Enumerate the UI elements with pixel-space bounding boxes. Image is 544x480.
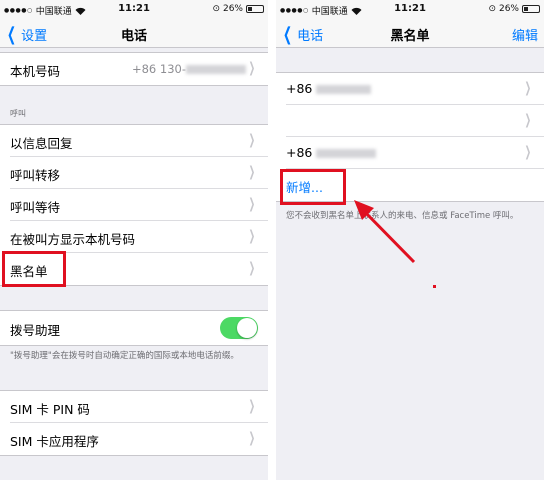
red-dot [433, 285, 436, 288]
my-number-value: +86 130- [132, 62, 246, 76]
sim-group: SIM 卡 PIN 码 ❯ SIM 卡应用程序 ❯ [0, 390, 268, 456]
add-new-highlight-box [280, 169, 346, 205]
blocked-list-screen: ●●●●○ 中国联通 11:21 ⊙ 26% ❮ 电话 黑名单 编辑 +86 ❯… [276, 0, 544, 480]
page-title: 电话 [120, 29, 147, 44]
chevron-right-icon: ❯ [248, 164, 256, 180]
chevron-right-icon: ❯ [524, 112, 532, 128]
row-label: 呼叫转移 [10, 168, 61, 183]
blocked-entry[interactable]: +86 ❯ [286, 137, 544, 169]
chevron-right-icon: ❯ [248, 228, 256, 244]
alarm-icon: ⊙ [212, 4, 220, 14]
blocked-list-note: 您不会收到黑名单上联系人的来电、信息或 FaceTime 呼叫。 [286, 211, 519, 221]
navigation-bar: ❮ 电话 黑名单 编辑 [276, 18, 544, 48]
dial-assist-label: 拨号助理 [10, 323, 61, 338]
my-number-label: 本机号码 [10, 64, 61, 79]
battery-percent: 26% [498, 4, 519, 14]
battery-icon [522, 5, 540, 13]
entry-number: +86 [286, 145, 377, 160]
chevron-right-icon: ❯ [248, 430, 256, 446]
dial-assist-row: 拨号助理 [10, 311, 268, 345]
sim-apps-row[interactable]: SIM 卡应用程序 ❯ [10, 423, 268, 455]
battery-icon [246, 5, 264, 13]
sim-pin-row[interactable]: SIM 卡 PIN 码 ❯ [10, 391, 268, 423]
my-number-group: 本机号码 +86 130- ❯ [0, 52, 268, 86]
edit-button[interactable]: 编辑 [512, 25, 538, 44]
show-caller-id-row[interactable]: 在被叫方显示本机号码 ❯ [10, 221, 268, 253]
chevron-right-icon: ❯ [248, 60, 256, 76]
my-number-row[interactable]: 本机号码 +86 130- ❯ [10, 53, 268, 85]
row-label: 呼叫等待 [10, 200, 61, 215]
alarm-icon: ⊙ [488, 4, 496, 14]
battery-percent: 26% [222, 4, 243, 14]
dial-assist-group: 拨号助理 [0, 310, 268, 346]
call-forwarding-row[interactable]: 呼叫转移 ❯ [10, 157, 268, 189]
dial-assist-note: "拨号助理"会在拨号时自动确定正确的国际或本地电话前缀。 [10, 351, 239, 361]
chevron-right-icon: ❯ [248, 196, 256, 212]
row-label: SIM 卡 PIN 码 [10, 402, 90, 417]
page-title: 黑名单 [390, 29, 430, 44]
chevron-right-icon: ❯ [524, 80, 532, 96]
status-bar: ●●●●○ 中国联通 11:21 ⊙ 26% [0, 0, 268, 18]
row-label: 以信息回复 [10, 136, 73, 151]
call-waiting-row[interactable]: 呼叫等待 ❯ [10, 189, 268, 221]
navigation-bar: ❮ 设置 电话 [0, 18, 268, 48]
dial-assist-toggle[interactable] [220, 317, 258, 339]
toggle-knob [237, 318, 257, 338]
row-label: 在被叫方显示本机号码 [10, 232, 136, 247]
blocked-list-highlight-box [2, 251, 66, 287]
entry-number: +86 [286, 81, 372, 96]
reply-with-message-row[interactable]: 以信息回复 ❯ [10, 125, 268, 157]
row-label: SIM 卡应用程序 [10, 434, 99, 449]
chevron-right-icon: ❯ [248, 398, 256, 414]
blocked-entry[interactable]: ❯ [286, 105, 544, 137]
chevron-right-icon: ❯ [248, 132, 256, 148]
chevron-right-icon: ❯ [524, 144, 532, 160]
calls-section-header: 呼叫 [10, 109, 26, 118]
phone-settings-screen: ●●●●○ 中国联通 11:21 ⊙ 26% ❮ 设置 电话 本机号码 +86 … [0, 0, 268, 480]
status-bar: ●●●●○ 中国联通 11:21 ⊙ 26% [276, 0, 544, 18]
blocked-entry[interactable]: +86 ❯ [286, 73, 544, 105]
chevron-right-icon: ❯ [248, 260, 256, 276]
